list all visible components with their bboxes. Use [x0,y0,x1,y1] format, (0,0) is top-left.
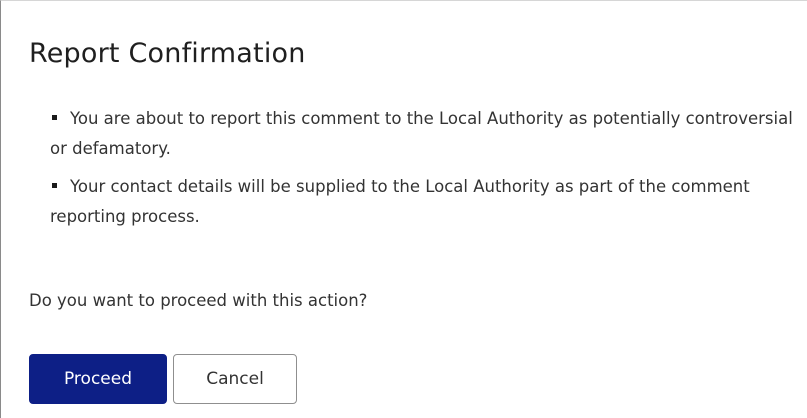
list-item: You are about to report this comment to … [50,104,800,164]
bullet-square-icon [52,115,57,120]
proceed-button[interactable]: Proceed [29,354,167,404]
confirmation-bullet-list: You are about to report this comment to … [50,104,800,240]
list-item: Your contact details will be supplied to… [50,172,800,232]
confirmation-question: Do you want to proceed with this action? [29,291,368,310]
bullet-text: Your contact details will be supplied to… [50,177,750,226]
cancel-button[interactable]: Cancel [173,354,297,404]
dialog-title: Report Confirmation [29,38,306,69]
bullet-square-icon [52,183,57,188]
bullet-text: You are about to report this comment to … [50,109,793,158]
report-confirmation-dialog: Report Confirmation You are about to rep… [0,0,807,418]
